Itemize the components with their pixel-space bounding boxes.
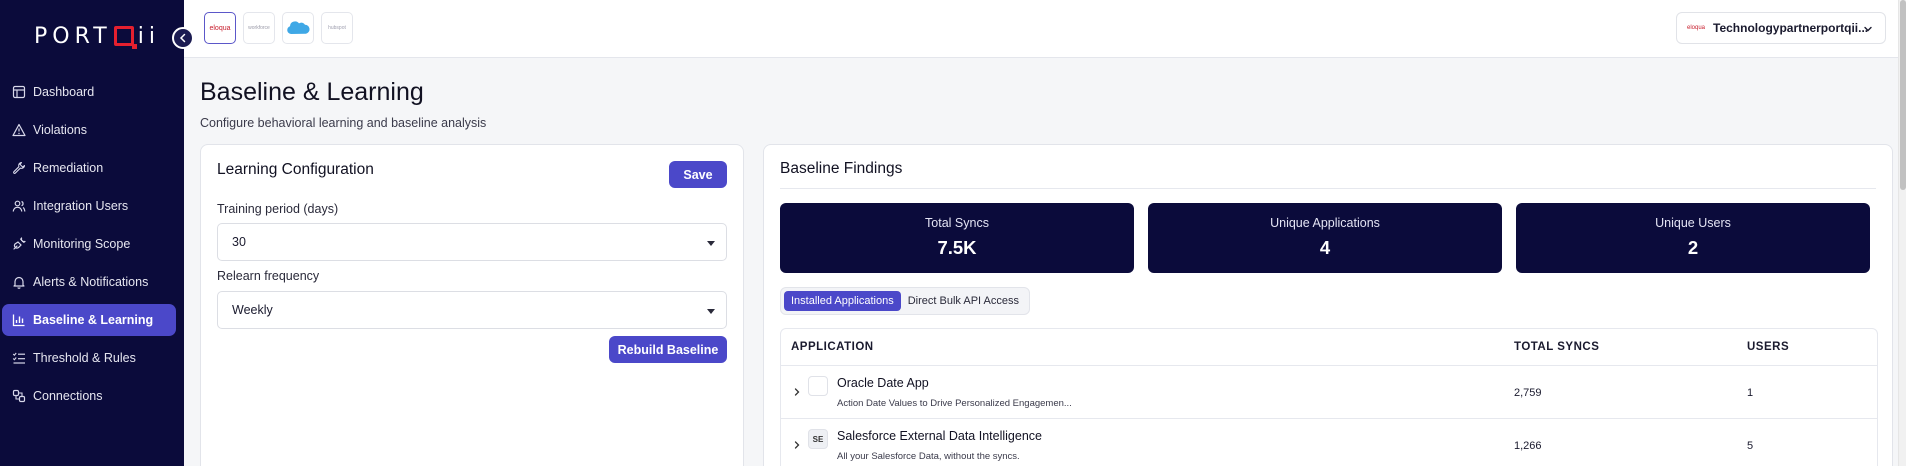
table-header: APPLICATION TOTAL SYNCS USERS (781, 329, 1877, 366)
sidebar-item-label: Remediation (33, 161, 104, 175)
brand-logo[interactable]: PORT ii (34, 22, 160, 50)
sidebar-item-label: Connections (33, 389, 103, 403)
tab-installed-applications[interactable]: Installed Applications (784, 291, 901, 311)
page-title: Baseline & Learning (200, 78, 424, 106)
sidebar-item-violations[interactable]: Violations (2, 114, 176, 146)
sidebar-item-label: Dashboard (33, 85, 95, 99)
stat-label: Total Syncs (925, 216, 989, 230)
salesforce-cloud-icon (287, 21, 310, 34)
users-cell: 5 (1747, 440, 1754, 452)
caret-down-icon (707, 309, 715, 314)
sidebar-item-alerts-notifications[interactable]: Alerts & Notifications (2, 266, 176, 298)
scrollbar-thumb[interactable] (1900, 0, 1906, 190)
save-button[interactable]: Save (669, 161, 727, 188)
users-icon (12, 200, 26, 212)
tenant-logo: eloqua (1687, 25, 1706, 31)
sidebar-item-monitoring-scope[interactable]: Monitoring Scope (2, 228, 176, 260)
page-subtitle: Configure behavioral learning and baseli… (200, 116, 487, 130)
chevron-right-icon[interactable] (792, 387, 802, 397)
column-header-users[interactable]: USERS (1747, 341, 1789, 353)
app-name: Salesforce External Data Intelligence (837, 429, 1042, 443)
app-description: Action Date Values to Drive Personalized… (837, 398, 1072, 409)
sidebar-item-label: Integration Users (33, 199, 129, 213)
learning-configuration-card: Learning Configuration Save Training per… (200, 144, 744, 466)
training-period-label: Training period (days) (217, 202, 339, 216)
column-header-total-syncs[interactable]: TOTAL SYNCS (1514, 341, 1599, 353)
app-icon: SE (808, 429, 828, 449)
sidebar-nav: Dashboard Violations Remediation Integra… (0, 76, 184, 418)
stat-total-syncs: Total Syncs 7.5K (780, 203, 1134, 273)
training-period-select[interactable]: 30 (217, 223, 727, 261)
org-logo-hubspot[interactable]: hubspot (321, 12, 353, 44)
applications-table: APPLICATION TOTAL SYNCS USERS Oracle Dat… (780, 328, 1878, 466)
stat-unique-users: Unique Users 2 (1516, 203, 1870, 273)
column-header-application[interactable]: APPLICATION (791, 341, 874, 353)
org-logo-eloqua[interactable]: eloqua (204, 12, 236, 44)
stat-value: 4 (1319, 237, 1331, 258)
tenant-name: Technologypartnerportqii... (1713, 21, 1869, 35)
org-logo-workforce[interactable]: workforce (243, 12, 275, 44)
stat-unique-applications: Unique Applications 4 (1148, 203, 1502, 273)
plug-icon (13, 237, 26, 250)
training-period-value: 30 (232, 235, 246, 249)
total-syncs-cell: 1,266 (1514, 440, 1542, 452)
sidebar-item-threshold-rules[interactable]: Threshold & Rules (2, 342, 176, 374)
sidebar-item-integration-users[interactable]: Integration Users (2, 190, 176, 222)
chevron-down-icon (1864, 26, 1872, 32)
sidebar-item-connections[interactable]: Connections (2, 380, 176, 412)
relearn-frequency-label: Relearn frequency (217, 269, 320, 283)
brand-text-left: PORT (34, 23, 112, 49)
sidebar-item-label: Threshold & Rules (33, 351, 136, 365)
stat-label: Unique Users (1655, 216, 1731, 230)
baseline-findings-title: Baseline Findings (780, 160, 903, 177)
link-icon (12, 389, 26, 403)
relearn-frequency-value: Weekly (232, 303, 273, 317)
top-bar: eloqua workforce hubspot eloqua Technolo… (184, 0, 1906, 58)
org-logo-text: hubspot (328, 25, 346, 31)
dashboard-icon (12, 85, 26, 99)
sidebar: PORT ii Dashboard Violations Remediation … (0, 0, 184, 466)
app-description: All your Salesforce Data, without the sy… (837, 451, 1020, 462)
users-cell: 1 (1747, 387, 1754, 399)
stat-value: 7.5K (937, 237, 977, 258)
org-logo-salesforce[interactable] (282, 12, 314, 44)
brand-q-mark (113, 26, 137, 49)
sidebar-item-label: Monitoring Scope (33, 237, 131, 251)
learning-configuration-title: Learning Configuration (217, 161, 374, 178)
sidebar-item-label: Baseline & Learning (33, 313, 154, 327)
stat-label: Unique Applications (1270, 216, 1380, 230)
sidebar-collapse-button[interactable] (172, 27, 194, 49)
brand-text-right: ii (137, 23, 160, 49)
tenant-selector[interactable]: eloqua Technologypartnerportqii... (1676, 12, 1886, 44)
org-logo-text: eloqua (209, 24, 231, 32)
tab-direct-bulk-api-access[interactable]: Direct Bulk API Access (901, 291, 1026, 311)
sidebar-item-label: Violations (33, 123, 87, 137)
warning-triangle-icon (12, 123, 26, 137)
sidebar-item-baseline-learning[interactable]: Baseline & Learning (2, 304, 176, 336)
app-name: Oracle Date App (837, 376, 929, 390)
wrench-icon (13, 161, 26, 174)
sidebar-item-dashboard[interactable]: Dashboard (2, 76, 176, 108)
caret-down-icon (707, 241, 715, 246)
table-row[interactable]: SE Salesforce External Data Intelligence… (781, 419, 1877, 466)
baseline-findings-card: Baseline Findings Total Syncs 7.5K Uniqu… (763, 144, 1893, 466)
list-check-icon (12, 352, 25, 364)
sidebar-item-label: Alerts & Notifications (33, 275, 149, 289)
chevron-right-icon[interactable] (792, 440, 802, 450)
total-syncs-cell: 2,759 (1514, 387, 1542, 399)
sidebar-item-remediation[interactable]: Remediation (2, 152, 176, 184)
org-logo-text: workforce (248, 25, 270, 31)
bar-chart-icon (12, 314, 25, 327)
findings-tabs: Installed Applications Direct Bulk API A… (780, 287, 1030, 315)
relearn-frequency-select[interactable]: Weekly (217, 291, 727, 329)
page-scrollbar[interactable] (1898, 0, 1906, 466)
chevron-left-icon (179, 33, 186, 43)
stat-value: 2 (1687, 237, 1699, 258)
findings-divider (780, 188, 1876, 189)
rebuild-baseline-button[interactable]: Rebuild Baseline (609, 336, 727, 363)
table-row[interactable]: Oracle Date App Action Date Values to Dr… (781, 366, 1877, 419)
bell-icon (13, 276, 25, 289)
app-icon (808, 376, 828, 396)
